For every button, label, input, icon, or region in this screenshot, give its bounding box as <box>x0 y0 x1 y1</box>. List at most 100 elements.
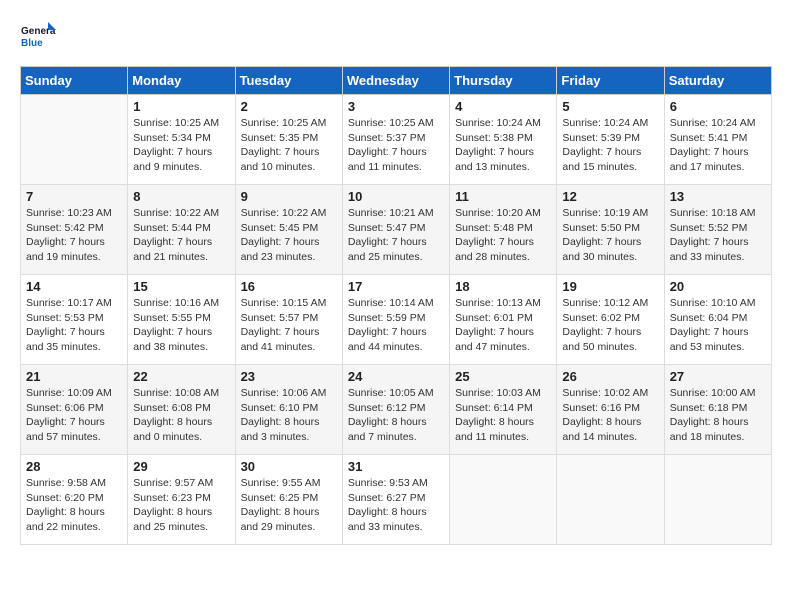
calendar-cell: 10 Sunrise: 10:21 AM Sunset: 5:47 PM Dayl… <box>342 185 449 275</box>
day-info: Sunrise: 10:24 AM Sunset: 5:38 PM Daylig… <box>455 116 551 175</box>
calendar-cell: 5 Sunrise: 10:24 AM Sunset: 5:39 PM Dayli… <box>557 95 664 185</box>
calendar-cell: 14 Sunrise: 10:17 AM Sunset: 5:53 PM Dayl… <box>21 275 128 365</box>
day-number: 26 <box>562 369 658 384</box>
day-info: Sunrise: 10:17 AM Sunset: 5:53 PM Daylig… <box>26 296 122 355</box>
calendar-week-row: 21 Sunrise: 10:09 AM Sunset: 6:06 PM Dayl… <box>21 365 772 455</box>
day-info: Sunrise: 10:06 AM Sunset: 6:10 PM Daylig… <box>241 386 337 445</box>
calendar-cell: 31 Sunrise: 9:53 AM Sunset: 6:27 PM Dayli… <box>342 455 449 545</box>
day-number: 11 <box>455 189 551 204</box>
day-number: 23 <box>241 369 337 384</box>
calendar-cell: 4 Sunrise: 10:24 AM Sunset: 5:38 PM Dayli… <box>450 95 557 185</box>
calendar-cell: 13 Sunrise: 10:18 AM Sunset: 5:52 PM Dayl… <box>664 185 771 275</box>
day-number: 8 <box>133 189 229 204</box>
calendar-cell: 19 Sunrise: 10:12 AM Sunset: 6:02 PM Dayl… <box>557 275 664 365</box>
calendar-cell: 29 Sunrise: 9:57 AM Sunset: 6:23 PM Dayli… <box>128 455 235 545</box>
calendar-cell: 16Sunrise: 10:15 AM Sunset: 5:57 PM Dayl… <box>235 275 342 365</box>
day-info: Sunrise: 10:25 AM Sunset: 5:34 PM Daylig… <box>133 116 229 175</box>
calendar-cell: 8 Sunrise: 10:22 AM Sunset: 5:44 PM Dayli… <box>128 185 235 275</box>
day-number: 16 <box>241 279 337 294</box>
calendar-cell: 28 Sunrise: 9:58 AM Sunset: 6:20 PM Dayli… <box>21 455 128 545</box>
day-info: Sunrise: 10:22 AM Sunset: 5:44 PM Daylig… <box>133 206 229 265</box>
day-info: Sunrise: 10:18 AM Sunset: 5:52 PM Daylig… <box>670 206 766 265</box>
svg-text:Blue: Blue <box>21 38 43 49</box>
day-info: Sunrise: 9:58 AM Sunset: 6:20 PM Dayligh… <box>26 476 122 535</box>
calendar-cell: 25 Sunrise: 10:03 AM Sunset: 6:14 PM Dayl… <box>450 365 557 455</box>
calendar-cell: 21 Sunrise: 10:09 AM Sunset: 6:06 PM Dayl… <box>21 365 128 455</box>
day-info: Sunrise: 10:09 AM Sunset: 6:06 PM Daylig… <box>26 386 122 445</box>
header-day-sunday: Sunday <box>21 67 128 95</box>
day-number: 1 <box>133 99 229 114</box>
day-number: 22 <box>133 369 229 384</box>
calendar-cell: 27Sunrise: 10:00 AM Sunset: 6:18 PM Dayl… <box>664 365 771 455</box>
day-info: Sunrise: 10:13 AM Sunset: 6:01 PM Daylig… <box>455 296 551 355</box>
header-day-tuesday: Tuesday <box>235 67 342 95</box>
day-info: Sunrise: 10:19 AM Sunset: 5:50 PM Daylig… <box>562 206 658 265</box>
day-info: Sunrise: 10:05 AM Sunset: 6:12 PM Daylig… <box>348 386 444 445</box>
day-info: Sunrise: 10:25 AM Sunset: 5:37 PM Daylig… <box>348 116 444 175</box>
day-number: 28 <box>26 459 122 474</box>
day-info: Sunrise: 10:08 AM Sunset: 6:08 PM Daylig… <box>133 386 229 445</box>
header-day-monday: Monday <box>128 67 235 95</box>
calendar-cell: 15Sunrise: 10:16 AM Sunset: 5:55 PM Dayl… <box>128 275 235 365</box>
calendar-cell: 17 Sunrise: 10:14 AM Sunset: 5:59 PM Dayl… <box>342 275 449 365</box>
calendar-cell: 30 Sunrise: 9:55 AM Sunset: 6:25 PM Dayli… <box>235 455 342 545</box>
day-number: 30 <box>241 459 337 474</box>
day-number: 7 <box>26 189 122 204</box>
day-info: Sunrise: 10:24 AM Sunset: 5:39 PM Daylig… <box>562 116 658 175</box>
calendar-table: SundayMondayTuesdayWednesdayThursdayFrid… <box>20 66 772 545</box>
day-number: 5 <box>562 99 658 114</box>
calendar-cell: 20 Sunrise: 10:10 AM Sunset: 6:04 PM Dayl… <box>664 275 771 365</box>
calendar-cell: 12 Sunrise: 10:19 AM Sunset: 5:50 PM Dayl… <box>557 185 664 275</box>
day-number: 13 <box>670 189 766 204</box>
day-number: 10 <box>348 189 444 204</box>
calendar-cell <box>664 455 771 545</box>
day-number: 17 <box>348 279 444 294</box>
day-number: 29 <box>133 459 229 474</box>
header-day-wednesday: Wednesday <box>342 67 449 95</box>
day-number: 19 <box>562 279 658 294</box>
day-number: 20 <box>670 279 766 294</box>
calendar-week-row: 7 Sunrise: 10:23 AM Sunset: 5:42 PM Dayli… <box>21 185 772 275</box>
day-number: 4 <box>455 99 551 114</box>
calendar-cell: 11Sunrise: 10:20 AM Sunset: 5:48 PM Dayl… <box>450 185 557 275</box>
day-info: Sunrise: 10:14 AM Sunset: 5:59 PM Daylig… <box>348 296 444 355</box>
calendar-cell <box>450 455 557 545</box>
logo: General Blue <box>20 20 56 56</box>
calendar-cell: 1 Sunrise: 10:25 AM Sunset: 5:34 PM Dayli… <box>128 95 235 185</box>
calendar-cell: 7 Sunrise: 10:23 AM Sunset: 5:42 PM Dayli… <box>21 185 128 275</box>
day-number: 6 <box>670 99 766 114</box>
day-number: 3 <box>348 99 444 114</box>
calendar-header-row: SundayMondayTuesdayWednesdayThursdayFrid… <box>21 67 772 95</box>
calendar-cell: 26Sunrise: 10:02 AM Sunset: 6:16 PM Dayl… <box>557 365 664 455</box>
calendar-cell: 6 Sunrise: 10:24 AM Sunset: 5:41 PM Dayli… <box>664 95 771 185</box>
day-info: Sunrise: 10:24 AM Sunset: 5:41 PM Daylig… <box>670 116 766 175</box>
calendar-cell: 24 Sunrise: 10:05 AM Sunset: 6:12 PM Dayl… <box>342 365 449 455</box>
day-number: 24 <box>348 369 444 384</box>
day-number: 12 <box>562 189 658 204</box>
day-number: 2 <box>241 99 337 114</box>
day-info: Sunrise: 9:53 AM Sunset: 6:27 PM Dayligh… <box>348 476 444 535</box>
day-info: Sunrise: 10:12 AM Sunset: 6:02 PM Daylig… <box>562 296 658 355</box>
day-number: 31 <box>348 459 444 474</box>
day-info: Sunrise: 10:22 AM Sunset: 5:45 PM Daylig… <box>241 206 337 265</box>
header-day-thursday: Thursday <box>450 67 557 95</box>
day-number: 25 <box>455 369 551 384</box>
day-number: 21 <box>26 369 122 384</box>
page-header: General Blue <box>20 20 772 56</box>
day-info: Sunrise: 10:23 AM Sunset: 5:42 PM Daylig… <box>26 206 122 265</box>
calendar-week-row: 1 Sunrise: 10:25 AM Sunset: 5:34 PM Dayli… <box>21 95 772 185</box>
calendar-cell: 2 Sunrise: 10:25 AM Sunset: 5:35 PM Dayli… <box>235 95 342 185</box>
calendar-cell: 18Sunrise: 10:13 AM Sunset: 6:01 PM Dayl… <box>450 275 557 365</box>
logo-icon: General Blue <box>20 20 56 56</box>
day-info: Sunrise: 9:57 AM Sunset: 6:23 PM Dayligh… <box>133 476 229 535</box>
day-info: Sunrise: 10:03 AM Sunset: 6:14 PM Daylig… <box>455 386 551 445</box>
day-info: Sunrise: 10:00 AM Sunset: 6:18 PM Daylig… <box>670 386 766 445</box>
calendar-cell: 23 Sunrise: 10:06 AM Sunset: 6:10 PM Dayl… <box>235 365 342 455</box>
calendar-cell: 22 Sunrise: 10:08 AM Sunset: 6:08 PM Dayl… <box>128 365 235 455</box>
day-info: Sunrise: 10:21 AM Sunset: 5:47 PM Daylig… <box>348 206 444 265</box>
day-info: Sunrise: 10:10 AM Sunset: 6:04 PM Daylig… <box>670 296 766 355</box>
day-info: Sunrise: 10:25 AM Sunset: 5:35 PM Daylig… <box>241 116 337 175</box>
day-info: Sunrise: 9:55 AM Sunset: 6:25 PM Dayligh… <box>241 476 337 535</box>
calendar-cell <box>557 455 664 545</box>
day-number: 14 <box>26 279 122 294</box>
